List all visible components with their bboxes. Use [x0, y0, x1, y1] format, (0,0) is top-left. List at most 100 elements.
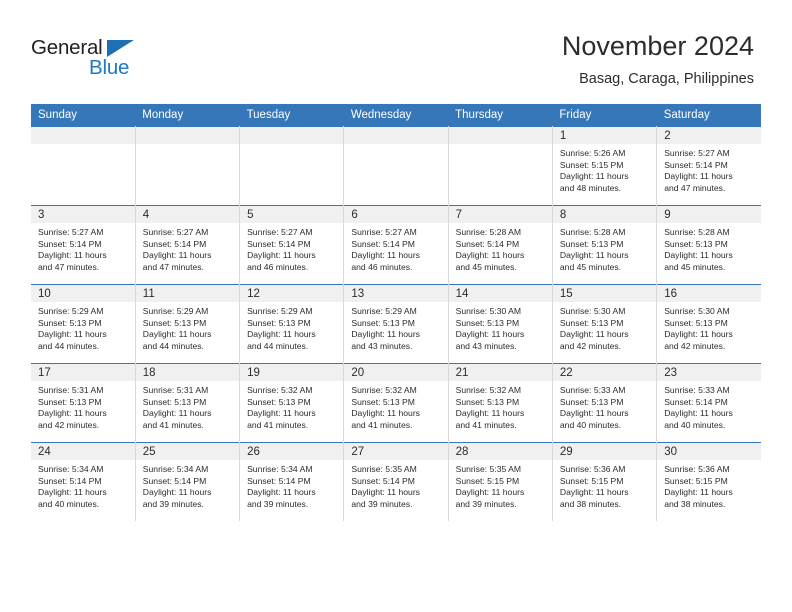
day-detail-sunset: Sunset: 5:14 PM	[247, 238, 311, 249]
day-detail-daylight1: Daylight: 11 hours	[38, 487, 107, 498]
day-detail-sunset: Sunset: 5:13 PM	[559, 396, 624, 407]
day-number: 14	[448, 285, 552, 302]
calendar-day-cell[interactable]: 26 Sunrise: 5:34 AM Sunset: 5:14 PM Dayligh…	[239, 442, 345, 521]
calendar-day-cell-empty	[135, 126, 241, 206]
day-detail-sunset: Sunset: 5:15 PM	[455, 475, 520, 486]
day-detail-sunrise: Sunrise: 5:32 AM	[247, 385, 313, 395]
day-number: 24	[31, 443, 135, 460]
day-number: 28	[448, 443, 552, 460]
day-detail-sunrise: Sunrise: 5:29 AM	[142, 306, 209, 316]
calendar-grid: Sunday Monday Tuesday Wednesday Thursday…	[31, 104, 761, 521]
calendar-day-cell[interactable]: 12 Sunrise: 5:29 AM Sunset: 5:13 PM Dayligh…	[239, 284, 345, 364]
day-detail-daylight2: and 39 minutes.	[142, 498, 204, 509]
calendar-day-cell[interactable]: 23 Sunrise: 5:33 AM Sunset: 5:14 PM Dayligh…	[656, 363, 761, 443]
calendar-day-cell[interactable]: 4 Sunrise: 5:27 AM Sunset: 5:14 PM Daylight…	[135, 205, 241, 285]
day-detail-sunset: Sunset: 5:14 PM	[455, 238, 520, 249]
day-detail-daylight2: and 38 minutes.	[559, 498, 622, 509]
day-detail-sunset: Sunset: 5:13 PM	[247, 396, 311, 407]
day-detail-sunset: Sunset: 5:13 PM	[142, 317, 207, 328]
calendar-day-cell[interactable]: 27 Sunrise: 5:35 AM Sunset: 5:14 PM Dayligh…	[343, 442, 449, 521]
day-detail-daylight1: Daylight: 11 hours	[142, 487, 212, 498]
day-detail-sunset: Sunset: 5:13 PM	[455, 396, 520, 407]
calendar-day-cell[interactable]: 6 Sunrise: 5:27 AM Sunset: 5:14 PM Daylight…	[343, 205, 449, 285]
day-detail-daylight2: and 41 minutes.	[455, 419, 517, 430]
calendar-day-cell[interactable]: 14 Sunrise: 5:30 AM Sunset: 5:13 PM Dayligh…	[448, 284, 553, 364]
day-detail-sunrise: Sunrise: 5:27 AM	[38, 227, 104, 237]
calendar-day-cell[interactable]: 2 Sunrise: 5:27 AM Sunset: 5:14 PM Daylight…	[656, 126, 761, 206]
calendar-day-cell[interactable]: 11 Sunrise: 5:29 AM Sunset: 5:13 PM Dayligh…	[135, 284, 241, 364]
day-detail-sunset: Sunset: 5:14 PM	[38, 238, 102, 249]
day-number: 8	[552, 206, 657, 223]
calendar-day-cell[interactable]: 8 Sunrise: 5:28 AM Sunset: 5:13 PM Daylight…	[552, 205, 658, 285]
day-detail-sunrise: Sunrise: 5:32 AM	[351, 385, 417, 395]
day-details: Sunrise: 5:32 AM Sunset: 5:13 PM Daylight:…	[344, 381, 447, 431]
calendar-day-cell[interactable]: 25 Sunrise: 5:34 AM Sunset: 5:14 PM Dayligh…	[135, 442, 241, 521]
day-detail-sunset: Sunset: 5:14 PM	[142, 238, 207, 249]
calendar-day-cell[interactable]: 22 Sunrise: 5:33 AM Sunset: 5:13 PM Dayligh…	[552, 363, 658, 443]
day-detail-daylight1: Daylight: 11 hours	[559, 250, 629, 261]
day-number: 23	[657, 364, 761, 381]
calendar-day-cell[interactable]: 29 Sunrise: 5:36 AM Sunset: 5:15 PM Dayligh…	[552, 442, 658, 521]
day-detail-sunset: Sunset: 5:13 PM	[38, 317, 102, 328]
day-detail-sunrise: Sunrise: 5:34 AM	[247, 464, 313, 474]
day-detail-daylight2: and 46 minutes.	[351, 261, 413, 272]
day-detail-sunrise: Sunrise: 5:29 AM	[351, 306, 417, 316]
day-detail-sunset: Sunset: 5:13 PM	[559, 317, 624, 328]
day-number: 7	[448, 206, 552, 223]
day-number: 11	[135, 285, 240, 302]
day-detail-sunset: Sunset: 5:15 PM	[559, 159, 624, 170]
day-details: Sunrise: 5:29 AM Sunset: 5:13 PM Daylight:…	[240, 302, 343, 352]
day-details: Sunrise: 5:30 AM Sunset: 5:13 PM Daylight:…	[449, 302, 552, 352]
day-number: 30	[657, 443, 761, 460]
day-details: Sunrise: 5:26 AM Sunset: 5:15 PM Daylight:…	[553, 144, 656, 194]
calendar-day-cell[interactable]: 16 Sunrise: 5:30 AM Sunset: 5:13 PM Dayligh…	[656, 284, 761, 364]
day-detail-sunset: Sunset: 5:14 PM	[351, 475, 415, 486]
day-detail-daylight2: and 42 minutes.	[664, 340, 726, 351]
day-detail-sunset: Sunset: 5:13 PM	[142, 396, 207, 407]
calendar-day-cell[interactable]: 19 Sunrise: 5:32 AM Sunset: 5:13 PM Dayligh…	[239, 363, 345, 443]
day-detail-sunset: Sunset: 5:15 PM	[559, 475, 624, 486]
day-detail-daylight1: Daylight: 11 hours	[664, 487, 733, 498]
day-number: 9	[657, 206, 761, 223]
day-detail-daylight1: Daylight: 11 hours	[38, 329, 107, 340]
calendar-day-cell[interactable]: 13 Sunrise: 5:29 AM Sunset: 5:13 PM Dayligh…	[343, 284, 449, 364]
day-detail-sunrise: Sunrise: 5:28 AM	[455, 227, 522, 237]
day-details: Sunrise: 5:32 AM Sunset: 5:13 PM Daylight:…	[449, 381, 552, 431]
calendar-day-cell[interactable]: 17 Sunrise: 5:31 AM Sunset: 5:13 PM Dayligh…	[31, 363, 136, 443]
calendar-day-cell[interactable]: 24 Sunrise: 5:34 AM Sunset: 5:14 PM Dayligh…	[31, 442, 136, 521]
day-detail-sunset: Sunset: 5:14 PM	[351, 238, 415, 249]
day-detail-daylight1: Daylight: 11 hours	[247, 250, 316, 261]
day-number: 20	[344, 364, 448, 381]
day-detail-daylight1: Daylight: 11 hours	[351, 408, 420, 419]
calendar-day-cell[interactable]: 20 Sunrise: 5:32 AM Sunset: 5:13 PM Dayligh…	[343, 363, 449, 443]
calendar-body: 1 Sunrise: 5:26 AM Sunset: 5:15 PM Daylight…	[31, 126, 761, 521]
day-detail-sunset: Sunset: 5:14 PM	[664, 396, 728, 407]
calendar-day-cell[interactable]: 28 Sunrise: 5:35 AM Sunset: 5:15 PM Dayligh…	[448, 442, 553, 521]
page-title: November 2024	[561, 31, 754, 61]
calendar-day-cell[interactable]: 15 Sunrise: 5:30 AM Sunset: 5:13 PM Dayligh…	[552, 284, 658, 364]
calendar-day-cell[interactable]: 3 Sunrise: 5:27 AM Sunset: 5:14 PM Daylight…	[31, 205, 136, 285]
day-detail-daylight2: and 39 minutes.	[247, 498, 309, 509]
calendar-day-cell[interactable]: 5 Sunrise: 5:27 AM Sunset: 5:14 PM Daylight…	[239, 205, 345, 285]
calendar-day-cell[interactable]: 18 Sunrise: 5:31 AM Sunset: 5:13 PM Dayligh…	[135, 363, 241, 443]
calendar-day-cell[interactable]: 21 Sunrise: 5:32 AM Sunset: 5:13 PM Dayligh…	[448, 363, 553, 443]
day-detail-daylight2: and 45 minutes.	[455, 261, 517, 272]
day-details: Sunrise: 5:33 AM Sunset: 5:14 PM Daylight:…	[657, 381, 761, 431]
day-details: Sunrise: 5:35 AM Sunset: 5:15 PM Daylight:…	[449, 460, 552, 510]
calendar-day-cell[interactable]: 10 Sunrise: 5:29 AM Sunset: 5:13 PM Dayligh…	[31, 284, 136, 364]
calendar-day-cell[interactable]: 1 Sunrise: 5:26 AM Sunset: 5:15 PM Daylight…	[552, 126, 658, 206]
calendar-day-cell[interactable]: 7 Sunrise: 5:28 AM Sunset: 5:14 PM Daylight…	[448, 205, 553, 285]
day-number: 22	[552, 364, 657, 381]
day-detail-sunrise: Sunrise: 5:27 AM	[664, 148, 730, 158]
day-details: Sunrise: 5:27 AM Sunset: 5:14 PM Daylight:…	[344, 223, 447, 273]
day-number: 1	[552, 127, 657, 144]
day-number: 16	[657, 285, 761, 302]
day-number: 5	[240, 206, 344, 223]
day-details: Sunrise: 5:28 AM Sunset: 5:13 PM Daylight:…	[553, 223, 656, 273]
day-detail-daylight1: Daylight: 11 hours	[38, 250, 107, 261]
day-details: Sunrise: 5:28 AM Sunset: 5:14 PM Daylight:…	[449, 223, 552, 273]
day-details: Sunrise: 5:29 AM Sunset: 5:13 PM Daylight:…	[344, 302, 447, 352]
calendar-day-cell[interactable]: 9 Sunrise: 5:28 AM Sunset: 5:13 PM Daylight…	[656, 205, 761, 285]
calendar-day-cell[interactable]: 30 Sunrise: 5:36 AM Sunset: 5:15 PM Dayligh…	[656, 442, 761, 521]
day-detail-daylight2: and 42 minutes.	[38, 419, 100, 430]
